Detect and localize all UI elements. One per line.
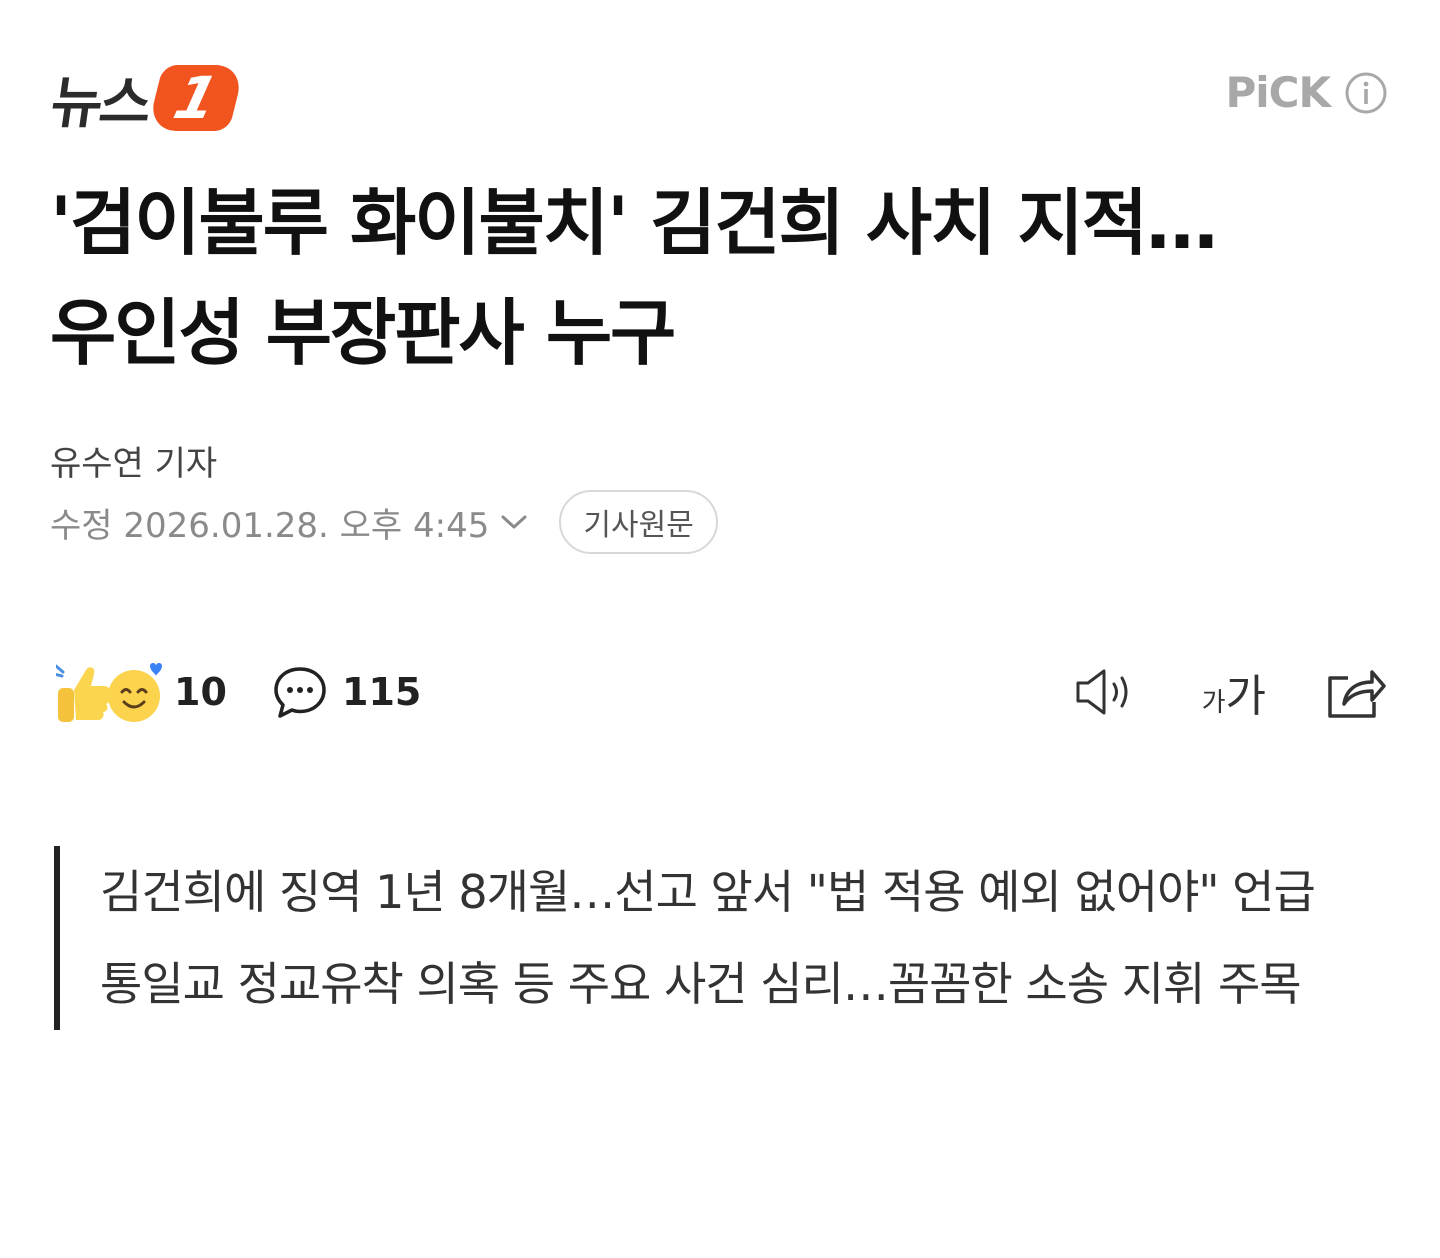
article-summary: 김건희에 징역 1년 8개월…선고 앞서 "법 적용 예외 없어야" 언급 통일… xyxy=(54,846,1384,1030)
reaction-emojis xyxy=(56,660,166,724)
original-article-button[interactable]: 기사원문 xyxy=(559,490,718,554)
comment-button[interactable]: 115 xyxy=(272,660,421,724)
reaction-count: 10 xyxy=(174,670,227,714)
share-button[interactable] xyxy=(1324,664,1386,720)
font-size-button[interactable]: 가 가 xyxy=(1202,660,1266,724)
font-size-large-label: 가 xyxy=(1225,671,1266,722)
share-icon xyxy=(1328,670,1386,718)
article-meta: 수정 2026.01.28. 오후 4:45 기사원문 xyxy=(50,490,718,554)
logo-badge: 1 xyxy=(146,64,246,132)
article-date: 수정 2026.01.28. 오후 4:45 xyxy=(50,505,490,546)
pick-label: PiCK xyxy=(1225,68,1331,117)
pick-area: PiCK xyxy=(1225,68,1388,117)
smiling-face-with-heart-icon xyxy=(108,663,162,722)
summary-line: 김건희에 징역 1년 8개월…선고 앞서 "법 적용 예외 없어야" 언급 xyxy=(100,865,1316,919)
article-title-line2: 우인성 부장판사 누구 xyxy=(50,291,676,375)
news1-logo[interactable]: 뉴스 1 xyxy=(47,58,246,138)
chevron-down-icon[interactable] xyxy=(499,512,529,532)
speaker-icon xyxy=(1076,669,1128,715)
article-title-line1: '검이불루 화이불치' 김건희 사치 지적… xyxy=(50,181,1218,265)
logo-badge-number: 1 xyxy=(167,64,225,132)
reporter-name[interactable]: 유수연 기자 xyxy=(50,436,217,485)
speech-bubble-icon xyxy=(274,667,326,718)
article-toolbar: 10 115 가 가 xyxy=(56,660,1386,724)
summary-line: 통일교 정교유착 의혹 등 주요 사건 심리…꼼꼼한 소송 지휘 주목 xyxy=(100,957,1302,1011)
logo-text: 뉴스 xyxy=(46,70,153,136)
reaction-button[interactable]: 10 xyxy=(56,660,227,724)
article-tools: 가 가 xyxy=(1074,660,1386,724)
header: 뉴스 1 PiCK xyxy=(47,58,1388,138)
comment-count: 115 xyxy=(342,670,422,714)
article-title: '검이불루 화이불치' 김건희 사치 지적… 우인성 부장판사 누구 xyxy=(50,168,1390,388)
thumbs-up-icon xyxy=(56,664,110,722)
font-size-small-label: 가 xyxy=(1201,688,1226,718)
info-icon[interactable] xyxy=(1344,71,1388,115)
tts-button[interactable] xyxy=(1074,666,1136,718)
